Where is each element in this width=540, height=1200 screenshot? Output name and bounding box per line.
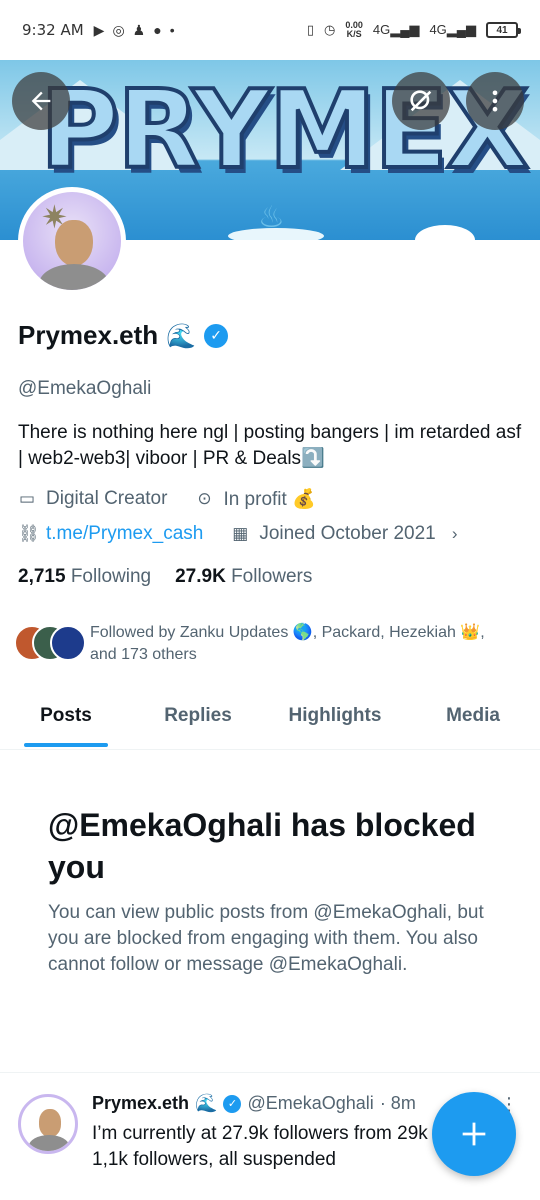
followers-label: Followers bbox=[231, 566, 313, 587]
notification-icons: ▶ ◎ ♟ ● • bbox=[94, 22, 175, 39]
plus-icon bbox=[462, 1122, 486, 1146]
battery-level: 41 bbox=[496, 24, 508, 36]
avatar-face bbox=[55, 220, 93, 266]
following-label: Following bbox=[70, 566, 152, 587]
net-type-1: 4G bbox=[372, 22, 391, 37]
battery-icon: 41 bbox=[486, 22, 521, 38]
back-button[interactable] bbox=[12, 72, 70, 130]
followed-by-row[interactable]: Followed by Zanku Updates 🌎, Packard, He… bbox=[14, 622, 510, 666]
notification-icon: ▶ bbox=[93, 21, 105, 38]
profile-tabs: Posts Replies Highlights Media bbox=[0, 690, 540, 750]
alarm-icon: ◷ bbox=[324, 22, 336, 37]
tweet-avatar[interactable] bbox=[18, 1094, 78, 1154]
followers-count-link[interactable]: 27.9K Followers bbox=[175, 566, 312, 588]
flame-icon: ♨ bbox=[258, 201, 285, 234]
verified-badge-icon: ✓ bbox=[223, 1094, 242, 1113]
location-pin-icon: ⊙ bbox=[197, 489, 212, 508]
wave-emoji: 🌊 bbox=[195, 1093, 218, 1114]
link-icon: ⛓ bbox=[18, 524, 40, 543]
profile-bio: There is nothing here ngl | posting bang… bbox=[18, 422, 522, 469]
tab-posts[interactable]: Posts bbox=[0, 690, 132, 749]
tweet-author-handle: @EmekaOghali bbox=[247, 1093, 374, 1113]
following-count: 2,715 bbox=[18, 566, 66, 587]
avatar-image: ✷ bbox=[23, 192, 121, 290]
tweet-text[interactable]: I’m currently at 27.9k followers from 29… bbox=[92, 1121, 442, 1173]
avatar-body bbox=[39, 264, 109, 290]
wave-emoji: 🌊 bbox=[166, 321, 197, 350]
dot-icon: • bbox=[169, 22, 175, 38]
profile-name-row: Prymex.eth 🌊 ✓ bbox=[18, 320, 229, 351]
profile-category: Digital Creator bbox=[46, 488, 168, 509]
divider bbox=[0, 1072, 540, 1073]
tweet-time: · 8m bbox=[379, 1093, 416, 1113]
more-options-button[interactable] bbox=[466, 72, 524, 130]
vibrate-icon: ▯ bbox=[306, 22, 314, 37]
signal-1: 4G▂▄▆ bbox=[372, 22, 420, 37]
profile-meta-row-1: ▭ Digital Creator ⊙ In profit 💰 bbox=[18, 487, 316, 511]
tab-media[interactable]: Media bbox=[406, 690, 540, 749]
profile-counts: 2,715 Following 27.9K Followers bbox=[18, 566, 312, 588]
followed-by-text: Followed by Zanku Updates 🌎, Packard, He… bbox=[90, 624, 485, 663]
profile-name: Prymex.eth bbox=[18, 320, 159, 350]
avatar bbox=[50, 625, 86, 661]
more-vertical-icon bbox=[492, 90, 498, 112]
briefcase-icon: ▭ bbox=[18, 489, 36, 508]
profile-joined: Joined October 2021 bbox=[259, 523, 436, 544]
snapchat-icon: ♟ bbox=[132, 21, 146, 38]
tab-highlights[interactable]: Highlights bbox=[264, 690, 406, 749]
tweet-header: Prymex.eth 🌊 ✓ @EmekaOghali · 8m bbox=[92, 1093, 416, 1114]
profile-meta-row-2: ⛓ t.me/Prymex_cash ▦ Joined October 2021… bbox=[18, 523, 464, 545]
blocked-title: @EmekaOghali has blocked you bbox=[48, 807, 476, 885]
profile-location: In profit 💰 bbox=[223, 489, 316, 510]
profile-avatar[interactable]: ✷ bbox=[18, 187, 126, 295]
profile-handle: @EmekaOghali bbox=[18, 378, 152, 399]
status-time: 9:32 AM bbox=[22, 21, 84, 39]
banner-ice bbox=[415, 225, 475, 240]
net-speed: 0.00 K/S bbox=[345, 21, 363, 39]
status-bar: 9:32 AM ▶ ◎ ♟ ● • ▯ ◷ 0.00 K/S 4G▂▄▆ 4G▂… bbox=[0, 0, 540, 60]
followers-you-know-avatars bbox=[14, 622, 86, 662]
whatsapp-icon: ◎ bbox=[112, 21, 125, 38]
tweet-author-name[interactable]: Prymex.eth bbox=[92, 1093, 189, 1114]
avatar-body bbox=[29, 1135, 69, 1151]
search-icon bbox=[410, 90, 432, 112]
followers-count: 27.9K bbox=[175, 566, 226, 587]
verified-badge-icon[interactable]: ✓ bbox=[204, 323, 229, 348]
profile-website-link[interactable]: t.me/Prymex_cash bbox=[46, 523, 203, 545]
following-count-link[interactable]: 2,715 Following bbox=[18, 566, 151, 588]
calendar-icon: ▦ bbox=[232, 524, 249, 543]
net-speed-unit: K/S bbox=[346, 29, 362, 39]
tab-replies[interactable]: Replies bbox=[132, 690, 264, 749]
chevron-right-icon[interactable]: › bbox=[446, 524, 464, 544]
avatar-face bbox=[39, 1109, 61, 1137]
chat-icon: ● bbox=[153, 22, 162, 38]
arrow-left-icon bbox=[31, 91, 51, 111]
search-button[interactable] bbox=[392, 72, 450, 130]
net-type-2: 4G bbox=[429, 22, 447, 37]
compose-post-button[interactable] bbox=[432, 1092, 516, 1176]
signal-2: 4G▂▄▆ bbox=[429, 22, 476, 37]
blocked-message: You can view public posts from @EmekaOgh… bbox=[48, 902, 484, 975]
